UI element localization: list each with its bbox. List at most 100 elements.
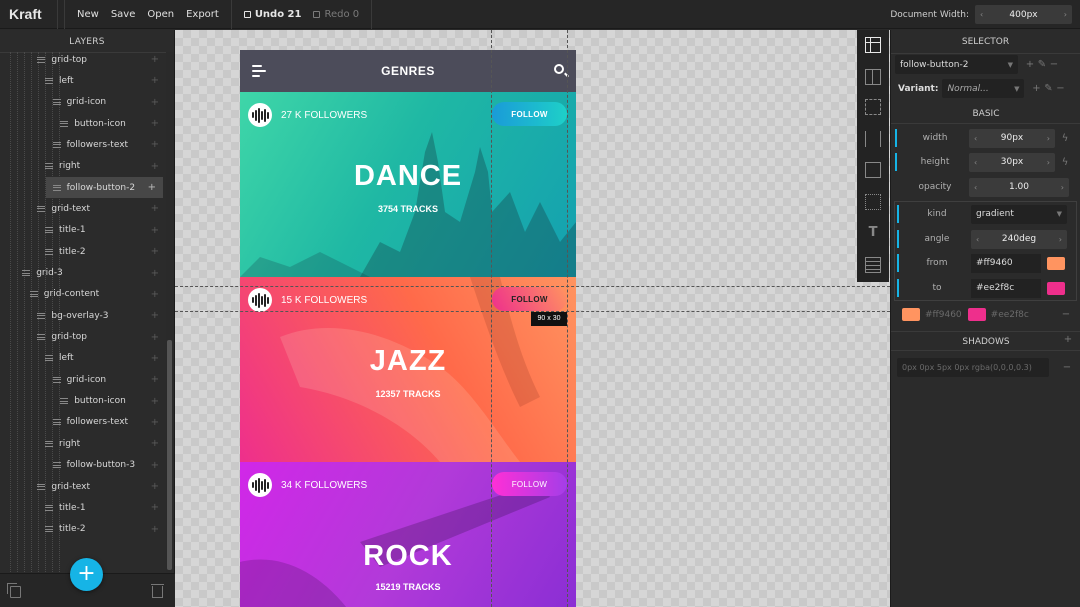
save-button[interactable]: Save: [105, 0, 142, 29]
align-icon[interactable]: [865, 131, 881, 147]
add-child-icon[interactable]: +: [148, 182, 156, 193]
search-icon[interactable]: [554, 64, 564, 74]
text-icon[interactable]: T: [865, 225, 881, 241]
follow-button-2[interactable]: FOLLOW: [492, 287, 567, 311]
layer-item[interactable]: right +: [0, 156, 166, 177]
layer-item[interactable]: bg-overlay-3 +: [0, 305, 166, 326]
follow-button[interactable]: FOLLOW: [492, 102, 567, 126]
add-child-icon[interactable]: +: [151, 417, 159, 428]
bolt-icon[interactable]: ϟ: [1059, 157, 1071, 168]
drag-handle-icon[interactable]: [45, 77, 53, 84]
layer-item[interactable]: title-2 +: [0, 241, 166, 262]
add-child-icon[interactable]: +: [151, 118, 159, 129]
basic-section-title[interactable]: BASIC: [891, 104, 1080, 124]
add-child-icon[interactable]: +: [151, 438, 159, 449]
layer-item[interactable]: grid-icon +: [0, 92, 166, 113]
shadow-value-field[interactable]: 0px 0px 5px 0px rgba(0,0,0,0.3): [897, 358, 1049, 377]
grid-view-icon[interactable]: [865, 37, 881, 53]
remove-icon[interactable]: −: [1060, 309, 1072, 320]
drag-handle-icon[interactable]: [37, 334, 46, 341]
drag-handle-icon[interactable]: [22, 270, 31, 276]
genre-card-dance[interactable]: 27 K FOLLOWERS FOLLOW DANCE 3754 TRACKS: [240, 92, 576, 277]
drag-handle-icon[interactable]: [37, 205, 46, 212]
duplicate-icon[interactable]: [7, 583, 21, 598]
stop-swatch-1[interactable]: [902, 308, 920, 321]
layers-scrollbar[interactable]: [166, 52, 174, 572]
undo-button[interactable]: Undo 21: [238, 9, 308, 20]
drag-handle-icon[interactable]: [52, 419, 61, 426]
layout-icon[interactable]: [865, 69, 881, 85]
increment-icon[interactable]: ›: [1064, 10, 1067, 19]
layer-item[interactable]: grid-content +: [0, 284, 166, 305]
edit-icon[interactable]: ✎: [1042, 83, 1054, 94]
add-child-icon[interactable]: +: [151, 524, 159, 535]
drag-handle-icon[interactable]: [45, 526, 53, 533]
drag-handle-icon[interactable]: [29, 291, 38, 298]
add-child-icon[interactable]: +: [151, 54, 159, 65]
padding-icon[interactable]: [865, 99, 881, 115]
drag-handle-icon[interactable]: [52, 99, 61, 106]
drag-handle-icon[interactable]: [52, 184, 61, 191]
margin-icon[interactable]: [865, 194, 881, 210]
border-icon[interactable]: [865, 162, 881, 178]
drag-handle-icon[interactable]: [37, 312, 46, 319]
layer-item[interactable]: follow-button-3 +: [0, 455, 166, 476]
to-color-swatch[interactable]: [1047, 281, 1065, 295]
drag-handle-icon[interactable]: [45, 440, 53, 447]
layer-item[interactable]: grid-3 +: [0, 263, 166, 284]
add-child-icon[interactable]: +: [151, 310, 159, 321]
trash-icon[interactable]: [151, 584, 164, 598]
variant-dropdown[interactable]: Normal... ▼: [942, 79, 1025, 98]
layer-item[interactable]: left +: [0, 348, 166, 369]
height-stepper[interactable]: ‹ 30px ›: [969, 152, 1055, 172]
add-child-icon[interactable]: +: [151, 289, 159, 300]
document-width-stepper[interactable]: ‹ 400px ›: [975, 5, 1072, 24]
layer-item[interactable]: followers-text +: [0, 134, 166, 155]
stop-swatch-2[interactable]: [967, 308, 986, 321]
add-icon[interactable]: +: [1030, 83, 1042, 94]
add-child-icon[interactable]: +: [151, 396, 159, 407]
add-child-icon[interactable]: +: [151, 139, 159, 150]
menu-icon[interactable]: [252, 65, 266, 77]
add-layer-button[interactable]: +: [70, 558, 103, 591]
layer-item[interactable]: grid-top +: [0, 327, 166, 348]
add-child-icon[interactable]: +: [151, 374, 159, 385]
genre-card-rock[interactable]: 34 K FOLLOWERS FOLLOW ROCK 15219 TRACKS: [240, 462, 576, 607]
drag-handle-icon[interactable]: [45, 504, 53, 511]
remove-icon[interactable]: −: [1054, 83, 1066, 94]
layer-item[interactable]: left +: [0, 70, 166, 91]
add-child-icon[interactable]: +: [151, 332, 159, 343]
drag-handle-icon[interactable]: [45, 227, 53, 234]
angle-stepper[interactable]: ‹ 240deg ›: [971, 229, 1067, 249]
decrement-icon[interactable]: ‹: [980, 10, 983, 19]
design-canvas[interactable]: GENRES 27 K FOLLOWERS FOLLOW DANCE 3754 …: [175, 30, 890, 607]
add-shadow-icon[interactable]: +: [1062, 334, 1074, 345]
scrollbar-thumb[interactable]: [167, 340, 172, 570]
add-child-icon[interactable]: +: [151, 502, 159, 513]
export-button[interactable]: Export: [180, 0, 225, 29]
drag-handle-icon[interactable]: [60, 398, 69, 405]
add-child-icon[interactable]: +: [151, 246, 159, 257]
new-button[interactable]: New: [71, 0, 105, 29]
redo-button[interactable]: Redo 0: [307, 9, 365, 20]
add-icon[interactable]: +: [1024, 59, 1036, 70]
drag-handle-icon[interactable]: [60, 120, 69, 127]
shadows-section-title[interactable]: SHADOWS: [891, 331, 1080, 351]
drag-handle-icon[interactable]: [52, 376, 61, 383]
selector-dropdown[interactable]: follow-button-2 ▼: [895, 55, 1018, 74]
opacity-stepper[interactable]: ‹ 1.00 ›: [969, 177, 1069, 197]
layer-item[interactable]: button-icon +: [0, 113, 166, 134]
add-child-icon[interactable]: +: [151, 75, 159, 86]
add-child-icon[interactable]: +: [151, 460, 159, 471]
from-color-field[interactable]: #ff9460: [971, 253, 1041, 273]
layer-item[interactable]: follow-button-2 +: [45, 177, 163, 199]
drag-handle-icon[interactable]: [37, 483, 46, 490]
add-child-icon[interactable]: +: [151, 97, 159, 108]
layer-item[interactable]: grid-text +: [0, 476, 166, 497]
add-child-icon[interactable]: +: [151, 225, 159, 236]
edit-icon[interactable]: ✎: [1036, 59, 1048, 70]
paragraph-icon[interactable]: [865, 257, 881, 273]
layer-item[interactable]: title-1 +: [0, 220, 166, 241]
layer-item[interactable]: right +: [0, 433, 166, 454]
layer-item[interactable]: followers-text +: [0, 412, 166, 433]
